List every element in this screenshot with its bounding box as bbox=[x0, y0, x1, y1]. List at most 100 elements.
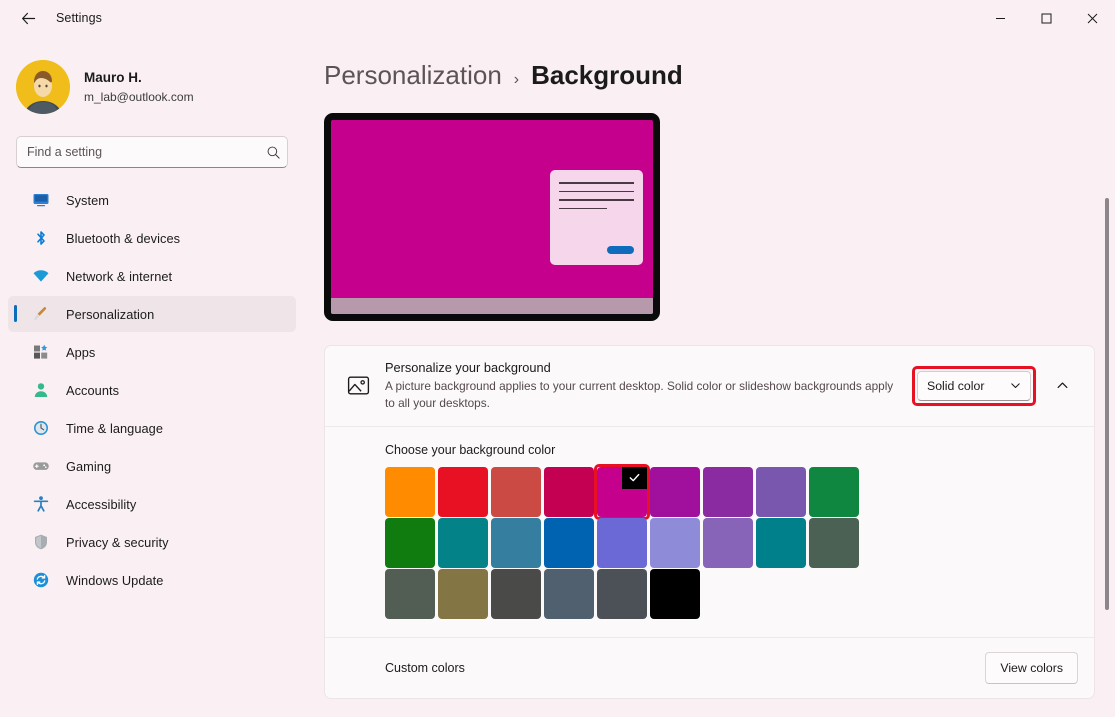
color-swatch[interactable] bbox=[491, 517, 541, 568]
sidebar-item-system[interactable]: System bbox=[8, 182, 296, 218]
account-text: Mauro H. m_lab@outlook.com bbox=[84, 69, 194, 104]
sidebar-item-apps[interactable]: Apps bbox=[8, 334, 296, 370]
minimize-icon bbox=[995, 17, 1005, 19]
shield-icon bbox=[30, 532, 52, 552]
sidebar-item-personalization[interactable]: Personalization bbox=[8, 296, 296, 332]
color-swatch[interactable] bbox=[597, 568, 647, 619]
back-button[interactable] bbox=[8, 2, 48, 34]
sidebar-item-accounts[interactable]: Accounts bbox=[8, 372, 296, 408]
picture-icon bbox=[341, 373, 375, 398]
row-subtitle: A picture background applies to your cur… bbox=[385, 379, 894, 410]
sidebar-item-network-internet[interactable]: Network & internet bbox=[8, 258, 296, 294]
sidebar-item-label: Time & language bbox=[66, 420, 164, 436]
swatches-title: Choose your background color bbox=[385, 442, 556, 457]
sidebar: Mauro H. m_lab@outlook.com Find a settin… bbox=[0, 36, 304, 717]
preview-text-line bbox=[559, 207, 607, 209]
maximize-button[interactable] bbox=[1023, 0, 1069, 36]
color-swatch[interactable] bbox=[491, 466, 541, 517]
background-type-dropdown[interactable]: Solid color bbox=[917, 370, 1031, 401]
color-swatch-grid bbox=[385, 463, 863, 619]
sidebar-item-privacy-security[interactable]: Privacy & security bbox=[8, 524, 296, 560]
arrow-left-icon bbox=[21, 12, 35, 24]
person-icon bbox=[30, 380, 52, 400]
view-colors-button[interactable]: View colors bbox=[985, 651, 1078, 684]
color-swatch[interactable] bbox=[703, 517, 753, 568]
color-swatch[interactable] bbox=[544, 568, 594, 619]
color-swatch[interactable] bbox=[650, 466, 700, 517]
color-swatch[interactable] bbox=[544, 466, 594, 517]
search-input[interactable] bbox=[17, 145, 259, 159]
account-name: Mauro H. bbox=[84, 70, 142, 86]
sidebar-item-bluetooth-devices[interactable]: Bluetooth & devices bbox=[8, 220, 296, 256]
color-swatch[interactable] bbox=[438, 568, 488, 619]
background-settings-card: Personalize your background A picture ba… bbox=[324, 345, 1095, 699]
page-title: Background bbox=[531, 60, 683, 90]
sidebar-item-label: Apps bbox=[66, 344, 96, 360]
breadcrumb-parent[interactable]: Personalization bbox=[324, 60, 502, 91]
row-title: Personalize your background bbox=[385, 360, 551, 375]
color-swatch[interactable] bbox=[385, 517, 435, 568]
bluetooth-icon bbox=[30, 228, 52, 248]
window-controls bbox=[977, 0, 1115, 36]
preview-text-line bbox=[559, 199, 634, 201]
refresh-icon bbox=[30, 570, 52, 590]
color-swatch[interactable] bbox=[703, 466, 753, 517]
sidebar-item-label: Bluetooth & devices bbox=[66, 230, 181, 246]
preview-taskbar bbox=[331, 298, 653, 314]
color-swatch[interactable] bbox=[438, 466, 488, 517]
sidebar-item-label: Gaming bbox=[66, 458, 112, 474]
minimize-button[interactable] bbox=[977, 0, 1023, 36]
checkmark-icon bbox=[622, 466, 647, 489]
sidebar-item-windows-update[interactable]: Windows Update bbox=[8, 562, 296, 598]
close-button[interactable] bbox=[1069, 0, 1115, 36]
color-swatch[interactable] bbox=[756, 517, 806, 568]
avatar-image bbox=[16, 60, 70, 114]
custom-colors-row: Custom colors View colors bbox=[325, 638, 1094, 698]
preview-mock-window bbox=[550, 170, 643, 265]
search-icon bbox=[259, 145, 287, 160]
account-block[interactable]: Mauro H. m_lab@outlook.com bbox=[0, 36, 304, 122]
accessibility-icon bbox=[30, 494, 52, 514]
breadcrumb: Personalization › Background bbox=[304, 36, 1115, 91]
close-icon bbox=[1087, 13, 1097, 23]
sidebar-item-gaming[interactable]: Gaming bbox=[8, 448, 296, 484]
color-swatch[interactable] bbox=[756, 466, 806, 517]
scrollbar-thumb[interactable] bbox=[1105, 198, 1109, 610]
color-swatch[interactable] bbox=[491, 568, 541, 619]
color-swatch[interactable] bbox=[809, 466, 859, 517]
scrollbar-track[interactable] bbox=[1102, 74, 1112, 717]
chevron-up-icon bbox=[1057, 382, 1067, 389]
sidebar-item-label: System bbox=[66, 192, 109, 208]
avatar bbox=[16, 60, 70, 114]
color-swatch[interactable] bbox=[594, 463, 650, 520]
collapse-toggle-button[interactable] bbox=[1046, 370, 1078, 402]
desktop-preview bbox=[324, 113, 660, 321]
content-area: Personalization › Background Personalize… bbox=[304, 36, 1115, 717]
preview-text-line bbox=[559, 190, 634, 192]
wifi-icon bbox=[30, 266, 52, 286]
sidebar-item-accessibility[interactable]: Accessibility bbox=[8, 486, 296, 522]
color-swatch[interactable] bbox=[597, 517, 647, 568]
gamepad-icon bbox=[30, 456, 52, 476]
color-swatch[interactable] bbox=[809, 517, 859, 568]
monitor-icon bbox=[30, 190, 52, 210]
color-swatch[interactable] bbox=[438, 517, 488, 568]
background-color-section: Choose your background color bbox=[325, 427, 1094, 637]
personalize-background-text: Personalize your background A picture ba… bbox=[375, 360, 912, 412]
settings-window: Settings Mauro H. m_lab@outlook.com Find… bbox=[0, 0, 1115, 717]
clock-icon bbox=[30, 418, 52, 438]
search-box[interactable] bbox=[16, 136, 288, 168]
color-swatch[interactable] bbox=[650, 568, 700, 619]
color-swatch[interactable] bbox=[385, 466, 435, 517]
personalize-background-row: Personalize your background A picture ba… bbox=[325, 346, 1094, 426]
preview-mock-button bbox=[607, 246, 634, 254]
sidebar-item-time-language[interactable]: Time & language bbox=[8, 410, 296, 446]
account-email: m_lab@outlook.com bbox=[84, 89, 194, 104]
breadcrumb-separator: › bbox=[513, 71, 520, 88]
preview-text-line bbox=[559, 182, 634, 184]
color-swatch[interactable] bbox=[650, 517, 700, 568]
sidebar-item-label: Personalization bbox=[66, 306, 155, 322]
custom-colors-label: Custom colors bbox=[385, 660, 465, 675]
color-swatch[interactable] bbox=[544, 517, 594, 568]
color-swatch[interactable] bbox=[385, 568, 435, 619]
